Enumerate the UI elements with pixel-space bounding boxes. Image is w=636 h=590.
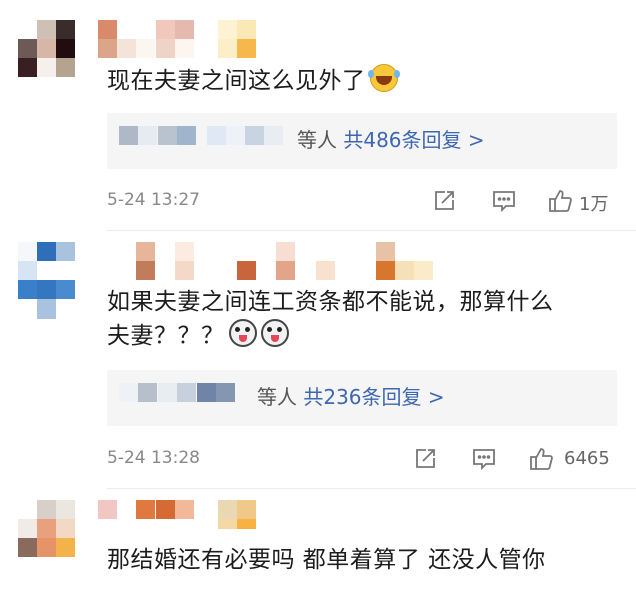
avatar[interactable]	[18, 20, 80, 82]
timestamp: 5-24 13:27	[107, 190, 200, 210]
avatar[interactable]	[18, 242, 80, 319]
comment-divider	[107, 488, 636, 489]
thumbs-up-icon[interactable]	[528, 446, 554, 472]
view-replies-link[interactable]: 共486条回复 >	[343, 128, 484, 152]
avatar[interactable]	[18, 500, 80, 562]
reply-preview[interactable]: 等人 共236条回复 >	[107, 370, 617, 426]
username-blurred[interactable]	[98, 242, 433, 282]
comment-meta: 5-24 13:27 1万	[107, 188, 617, 218]
like-count: 1万	[579, 194, 609, 215]
share-icon[interactable]	[431, 188, 457, 214]
share-icon[interactable]	[412, 446, 438, 472]
reply-prefix: 等人	[297, 128, 337, 152]
username-blurred[interactable]	[98, 500, 268, 540]
comment-text: 现在夫妻之间这么见外了	[107, 64, 398, 98]
view-replies-link[interactable]: 共236条回复 >	[303, 385, 444, 409]
dog-face-emoji	[260, 319, 289, 347]
comment-icon[interactable]	[491, 188, 517, 214]
comment-icon[interactable]	[471, 446, 497, 472]
username-blurred[interactable]	[98, 20, 298, 60]
comment-text: 如果夫妻之间连工资条都不能说，那算什么 夫妻？？？	[107, 289, 554, 349]
comment-divider	[107, 230, 636, 231]
comment-text: 那结婚还有必要吗 都单着算了 还没人管你	[107, 547, 546, 573]
comment-meta: 5-24 13:28 6465	[107, 446, 617, 476]
thumbs-up-icon[interactable]	[547, 188, 573, 214]
dog-face-emoji	[228, 319, 257, 347]
reply-prefix: 等人	[257, 385, 297, 409]
laughing-tears-emoji	[367, 64, 398, 92]
like-count: 6465	[564, 448, 610, 469]
reply-preview[interactable]: 等人 共486条回复 >	[107, 113, 617, 169]
timestamp: 5-24 13:28	[107, 448, 200, 468]
